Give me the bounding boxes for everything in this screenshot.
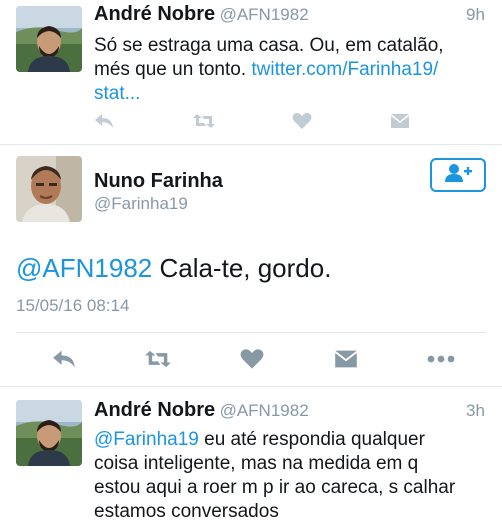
main-timestamp[interactable]: 15/05/16 08:14	[16, 296, 129, 316]
follow-button[interactable]	[430, 158, 486, 192]
retweet-icon[interactable]	[190, 110, 218, 132]
tweet3-text-line4: estamos conversados	[94, 501, 279, 522]
tweet1-text-line2-plain: més que un tonto.	[94, 59, 252, 80]
tweet3-text-line1: @Farinha19 eu até respondia qualquer	[94, 428, 498, 452]
tweet3-text: @Farinha19 eu até respondia qualquer coi…	[94, 428, 498, 524]
divider	[0, 386, 502, 387]
tweet1-header: André Nobre @AFN1982	[94, 3, 309, 26]
reply-icon[interactable]	[50, 346, 78, 372]
tweet1-link-cont[interactable]: stat...	[94, 82, 494, 106]
tweet3-text-line2: coisa inteligente, mas na medida em q	[94, 453, 419, 474]
heart-icon[interactable]	[290, 110, 314, 132]
tweet1-author-handle[interactable]: @AFN1982	[220, 5, 309, 24]
tweet3-author-name[interactable]: André Nobre	[94, 399, 215, 421]
envelope-icon[interactable]	[332, 346, 360, 372]
heart-icon[interactable]	[238, 346, 266, 372]
main-mention[interactable]: @AFN1982	[16, 253, 152, 283]
tweet1-text: Só se estraga uma casa. Ou, em catalão, …	[94, 34, 494, 106]
divider	[16, 332, 486, 333]
tweet3-text-line3: estou aqui a roer m p ir ao careca, s ca…	[94, 477, 456, 498]
tweet3-line1-rest: eu até respondia qualquer	[198, 429, 425, 450]
tweet3-author-handle[interactable]: @AFN1982	[220, 401, 309, 420]
avatar-nuno-farinha[interactable]	[16, 156, 82, 222]
envelope-icon[interactable]	[388, 110, 412, 132]
avatar-andre-nobre[interactable]	[16, 400, 82, 466]
tweet1-link[interactable]: twitter.com/Farinha19/	[251, 59, 438, 80]
tweet1-time: 9h	[466, 5, 485, 24]
main-text: Cala-te, gordo.	[152, 253, 332, 283]
avatar-andre-nobre[interactable]	[16, 6, 82, 72]
main-author-name[interactable]: Nuno Farinha	[94, 170, 223, 193]
tweet3-header: André Nobre @AFN1982	[94, 399, 309, 422]
tweet1-text-line1: Só se estraga uma casa. Ou, em catalão,	[94, 35, 444, 56]
more-icon[interactable]	[424, 346, 458, 372]
tweet1-author-name[interactable]: André Nobre	[94, 3, 215, 25]
reply-icon[interactable]	[92, 110, 116, 132]
retweet-icon[interactable]	[142, 346, 174, 372]
follow-user-icon	[443, 162, 473, 189]
divider	[0, 144, 502, 145]
tweet1-text-line2: més que un tonto. twitter.com/Farinha19/	[94, 58, 494, 82]
tweet3-time: 3h	[466, 401, 485, 420]
tweet3-mention[interactable]: @Farinha19	[94, 429, 199, 450]
main-author-handle[interactable]: @Farinha19	[94, 194, 188, 214]
main-tweet-text: @AFN1982 Cala-te, gordo.	[16, 252, 331, 284]
